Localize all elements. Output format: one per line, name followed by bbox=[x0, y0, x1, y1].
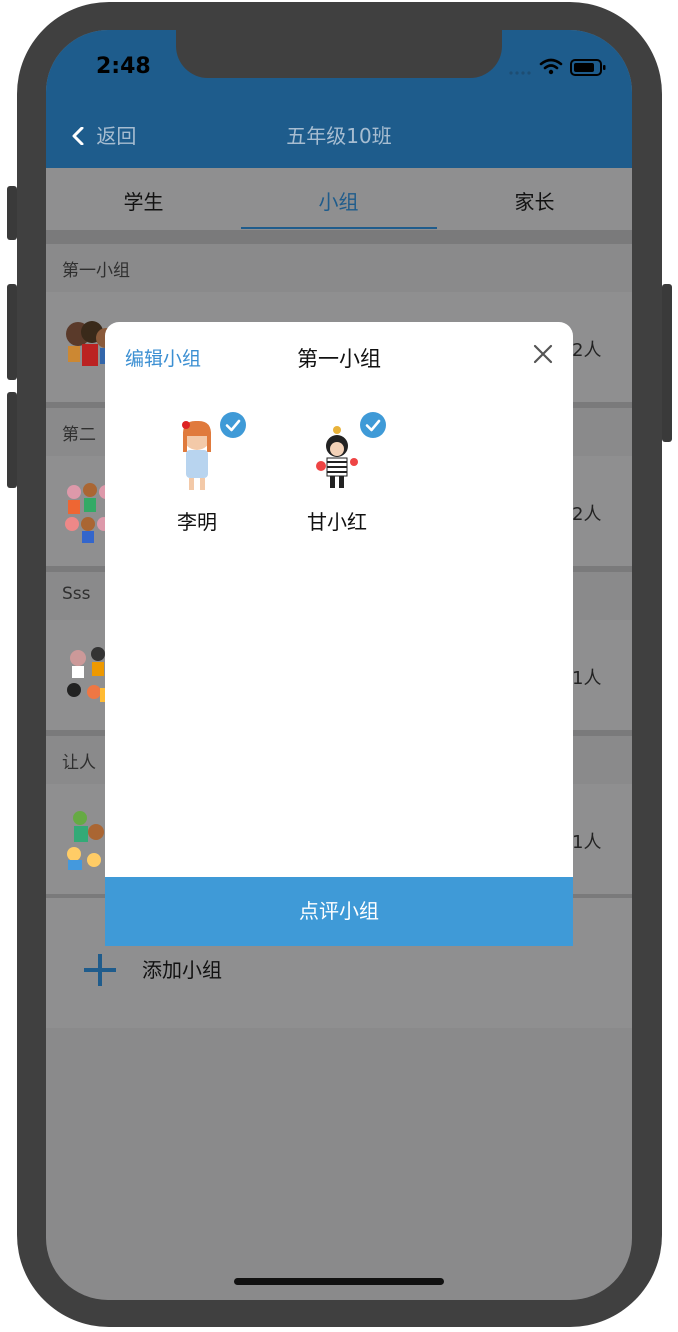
check-circle-icon bbox=[220, 412, 246, 438]
member-item[interactable]: 李明 bbox=[142, 412, 252, 534]
battery-icon bbox=[570, 59, 606, 76]
member-avatar bbox=[172, 418, 222, 494]
member-name: 甘小红 bbox=[307, 510, 367, 534]
group-count: 1人 bbox=[572, 668, 602, 689]
volume-down-button bbox=[7, 392, 17, 488]
nav-header: 2:48 返回 五年级10班 bbox=[46, 30, 632, 168]
member-avatar bbox=[312, 418, 362, 494]
signal-icon bbox=[509, 71, 531, 75]
divider bbox=[46, 230, 632, 244]
member-item[interactable]: 甘小红 bbox=[282, 412, 392, 534]
modal-title: 第一小组 bbox=[297, 347, 381, 371]
group-count: 2人 bbox=[572, 504, 602, 525]
power-button bbox=[662, 284, 672, 442]
status-time: 2:48 bbox=[96, 54, 151, 79]
group-name: 第二 bbox=[62, 425, 96, 445]
tab-groups[interactable]: 小组 bbox=[241, 186, 436, 215]
group-name: 第一小组 bbox=[62, 261, 130, 281]
member-name: 李明 bbox=[177, 510, 217, 534]
group-count: 2人 bbox=[572, 340, 602, 361]
notch bbox=[176, 30, 502, 78]
group-modal: 编辑小组 第一小组 李明 甘小红 点评小组 bbox=[105, 322, 573, 946]
page-title: 五年级10班 bbox=[286, 124, 392, 148]
group-count: 1人 bbox=[572, 832, 602, 853]
review-group-button[interactable]: 点评小组 bbox=[105, 877, 573, 946]
add-group-label: 添加小组 bbox=[142, 958, 222, 982]
silent-switch bbox=[7, 186, 17, 240]
tab-bar: 学生 小组 家长 bbox=[46, 168, 632, 230]
tab-students[interactable]: 学生 bbox=[46, 186, 241, 215]
close-icon[interactable] bbox=[531, 342, 555, 366]
plus-icon bbox=[82, 952, 118, 995]
home-indicator bbox=[234, 1278, 444, 1285]
status-icons bbox=[508, 56, 618, 80]
tab-underline bbox=[241, 227, 437, 229]
volume-up-button bbox=[7, 284, 17, 380]
group-header: 第一小组 bbox=[46, 244, 632, 290]
check-circle-icon bbox=[360, 412, 386, 438]
group-name: Sss bbox=[62, 584, 91, 604]
tab-parents[interactable]: 家长 bbox=[437, 186, 632, 215]
wifi-icon bbox=[539, 58, 563, 75]
group-name: 让人 bbox=[62, 753, 96, 773]
